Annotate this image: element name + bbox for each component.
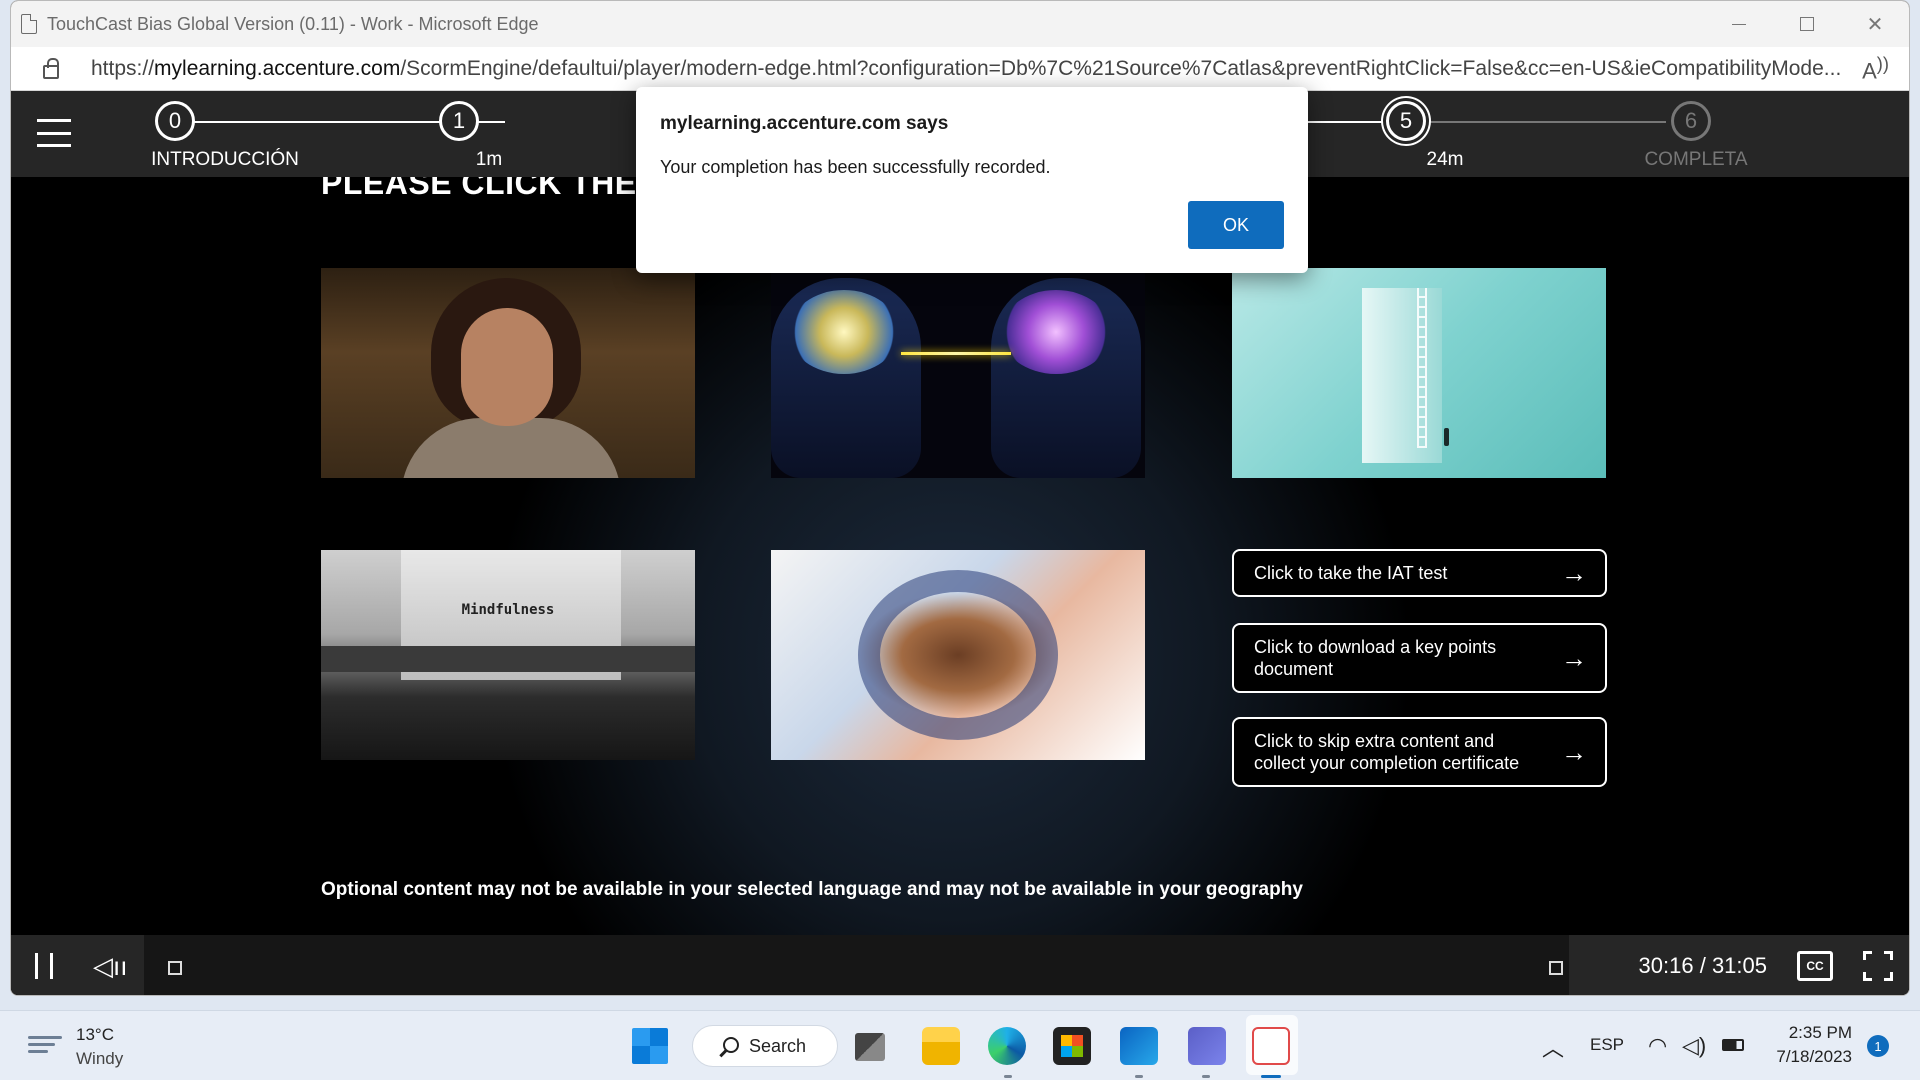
title-bar: TouchCast Bias Global Version (0.11) - W… (11, 1, 1909, 47)
wind-icon[interactable] (28, 1036, 62, 1053)
speaker-icon[interactable]: ◁) (1682, 1033, 1706, 1059)
running-indicator (1202, 1075, 1210, 1078)
weather-description[interactable]: Windy (76, 1049, 123, 1069)
cta-label: Click to download a key points document (1254, 637, 1497, 679)
minimize-button[interactable] (1705, 1, 1773, 47)
step-1[interactable]: 1 (439, 101, 479, 141)
weather-temperature[interactable]: 13°C (76, 1025, 114, 1045)
taskbar: 13°C Windy Search ︿ ESP ◠ ◁) 2:35 PM 7/1… (0, 1010, 1920, 1080)
microsoft-store-icon[interactable] (1053, 1027, 1091, 1065)
hands-image-tile[interactable] (771, 550, 1145, 760)
presenter-video-tile[interactable] (321, 268, 695, 478)
file-explorer-icon[interactable] (922, 1027, 960, 1065)
step-label: 1m (475, 149, 503, 170)
url-domain: mylearning.accenture.com (154, 56, 401, 80)
hamburger-menu-icon[interactable] (37, 119, 71, 147)
edge-icon[interactable] (988, 1027, 1026, 1065)
address-bar[interactable]: https://mylearning.accenture.com/ScormEn… (11, 47, 1909, 91)
url-path: /ScormEngine/defaultui/player/modern-edg… (400, 56, 1842, 80)
url-prefix: https:// (91, 56, 155, 80)
step-label: COMPLETA (1644, 149, 1748, 170)
edge-window: TouchCast Bias Global Version (0.11) - W… (10, 0, 1910, 996)
stop-icon[interactable] (1549, 961, 1563, 975)
window-title: TouchCast Bias Global Version (0.11) - W… (47, 13, 539, 34)
search-icon (723, 1037, 739, 1053)
arrow-right-icon: → (1561, 737, 1587, 767)
running-indicator (1135, 1075, 1143, 1078)
outlook-icon[interactable] (1120, 1027, 1158, 1065)
progress-track-remaining (1406, 121, 1666, 123)
running-indicator (1004, 1075, 1012, 1078)
step-0[interactable]: 0 (155, 101, 195, 141)
close-icon: ✕ (1866, 13, 1884, 36)
cta-label: Click to skip extra content and collect … (1254, 731, 1520, 773)
volume-icon[interactable]: ◁ıı (93, 951, 127, 982)
alert-dialog: mylearning.accenture.com says Your compl… (636, 87, 1308, 273)
playback-time: 30:16 / 31:05 (1638, 953, 1767, 978)
closed-captions-button[interactable]: CC (1797, 951, 1833, 981)
input-language[interactable]: ESP (1590, 1035, 1624, 1055)
chevron-up-icon[interactable]: ︿ (1542, 1031, 1564, 1063)
close-button[interactable]: ✕ (1841, 1, 1909, 47)
video-stage: PLEASE CLICK THE Mindfulness Click to ta… (11, 177, 1909, 935)
step-label: 24m (1426, 149, 1464, 170)
maximize-icon (1800, 17, 1814, 31)
arrow-right-icon: → (1561, 643, 1587, 673)
mindfulness-image-tile[interactable]: Mindfulness (321, 550, 695, 760)
brains-image-tile[interactable] (771, 268, 1145, 478)
task-view-icon[interactable] (855, 1033, 885, 1061)
ok-button[interactable]: OK (1188, 201, 1284, 249)
dialog-title: mylearning.accenture.com says (660, 113, 949, 134)
dialog-message: Your completion has been successfully re… (660, 157, 1051, 177)
url-field[interactable]: https://mylearning.accenture.com/ScormEn… (91, 57, 1851, 81)
clock-date[interactable]: 7/18/2023 (1764, 1047, 1852, 1067)
windows-start-icon[interactable] (632, 1028, 668, 1064)
fullscreen-icon[interactable] (1863, 951, 1893, 981)
typewriter-word: Mindfulness (461, 602, 555, 618)
notification-badge[interactable]: 1 (1867, 1035, 1889, 1057)
step-label: INTRODUCCIÓN (151, 149, 299, 170)
download-key-points-button[interactable]: Click to download a key points document … (1232, 623, 1607, 693)
clock-time[interactable]: 2:35 PM (1780, 1023, 1852, 1043)
maximize-button[interactable] (1773, 1, 1841, 47)
arrow-right-icon: → (1561, 558, 1587, 588)
battery-icon[interactable] (1722, 1039, 1744, 1051)
teams-icon[interactable] (1188, 1027, 1226, 1065)
wifi-icon[interactable]: ◠ (1648, 1033, 1667, 1059)
take-iat-test-button[interactable]: Click to take the IAT test → (1232, 549, 1607, 597)
ladder-image-tile[interactable] (1232, 268, 1606, 478)
step-6[interactable]: 6 (1671, 101, 1711, 141)
search-label: Search (749, 1035, 807, 1056)
pause-icon[interactable] (35, 953, 53, 979)
step-5[interactable]: 5 (1386, 101, 1426, 141)
lock-icon[interactable] (43, 57, 59, 79)
player-controls: ◁ıı 30:16 / 31:05 CC (11, 935, 1909, 995)
skip-to-certificate-button[interactable]: Click to skip extra content and collect … (1232, 717, 1607, 787)
page-heading: PLEASE CLICK THE (321, 177, 637, 201)
minimize-icon (1732, 23, 1746, 25)
taskbar-search[interactable]: Search (692, 1025, 838, 1067)
snipping-tool-icon[interactable] (1252, 1027, 1290, 1065)
cta-label: Click to take the IAT test (1254, 563, 1448, 583)
availability-disclaimer: Optional content may not be available in… (321, 879, 1303, 900)
active-indicator (1261, 1075, 1281, 1078)
stop-icon[interactable] (168, 961, 182, 975)
read-aloud-icon[interactable]: A)) (1862, 53, 1889, 84)
page-icon (21, 14, 37, 34)
